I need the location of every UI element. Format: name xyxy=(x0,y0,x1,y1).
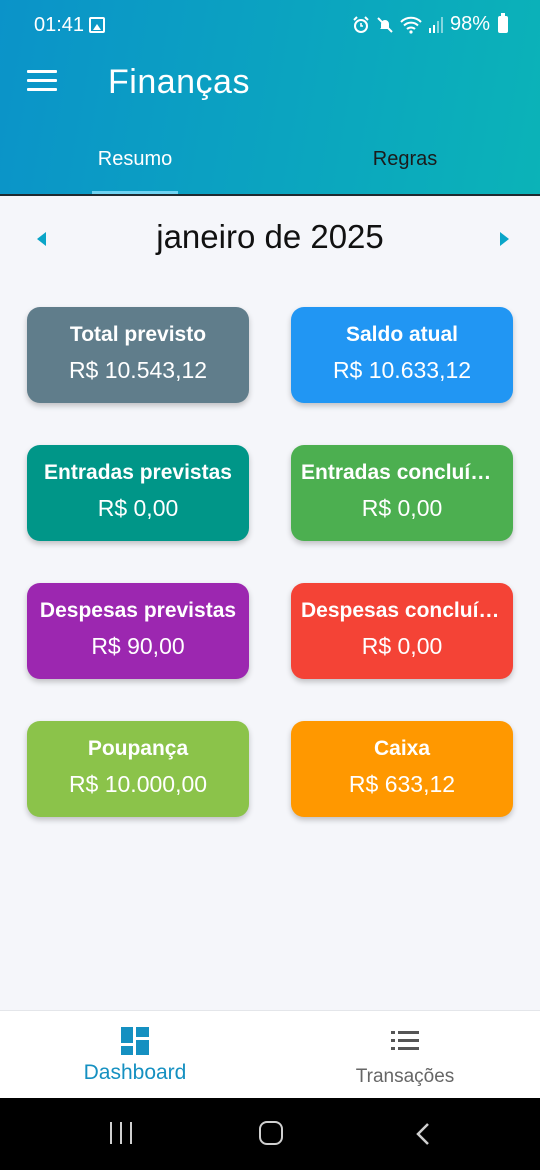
nav-label: Dashboard xyxy=(83,1061,187,1084)
card-title: Saldo atual xyxy=(345,323,459,346)
recents-icon[interactable] xyxy=(109,1122,133,1146)
tab-indicator xyxy=(92,191,178,194)
card-entradas-concluidas[interactable]: Entradas concluídas R$ 0,00 xyxy=(291,445,513,541)
card-title: Despesas concluídas xyxy=(301,599,513,622)
mute-icon xyxy=(377,16,393,33)
system-navigation-bar xyxy=(0,1098,540,1170)
card-title: Total previsto xyxy=(69,323,207,346)
card-value: R$ 0,00 xyxy=(361,633,443,659)
card-title: Entradas previstas xyxy=(44,461,232,484)
card-value: R$ 10.543,12 xyxy=(68,357,208,383)
tab-regras[interactable]: Regras xyxy=(270,148,540,194)
card-saldo-atual[interactable]: Saldo atual R$ 10.633,12 xyxy=(291,307,513,403)
card-title: Caixa xyxy=(373,737,431,760)
wifi-icon xyxy=(400,16,422,34)
card-title: Despesas previstas xyxy=(39,599,237,622)
alarm-icon xyxy=(353,15,369,33)
status-bar: 01:41 98% xyxy=(0,0,540,52)
month-label: janeiro de 2025 xyxy=(156,218,384,255)
menu-icon xyxy=(27,70,57,73)
card-value: R$ 633,12 xyxy=(348,771,456,797)
home-icon[interactable] xyxy=(259,1121,283,1145)
card-total-previsto[interactable]: Total previsto R$ 10.543,12 xyxy=(27,307,249,403)
card-value: R$ 0,00 xyxy=(97,495,179,521)
nav-dashboard[interactable]: Dashboard xyxy=(0,1011,270,1099)
app-title: Finanças xyxy=(108,63,250,101)
menu-button[interactable] xyxy=(27,70,57,94)
nav-label: Transações xyxy=(355,1066,455,1087)
card-value: R$ 10.633,12 xyxy=(332,357,472,383)
card-poupanca[interactable]: Poupança R$ 10.000,00 xyxy=(27,721,249,817)
card-title: Poupança xyxy=(87,737,189,760)
battery-percent: 98% xyxy=(449,13,490,35)
card-value: R$ 90,00 xyxy=(91,633,185,659)
bottom-navigation: Dashboard Transações xyxy=(0,1010,540,1098)
nav-transacoes[interactable]: Transações xyxy=(270,1011,540,1099)
back-icon[interactable] xyxy=(416,1122,430,1146)
status-icons: 98% xyxy=(352,13,508,36)
card-value: R$ 10.000,00 xyxy=(68,771,208,797)
app-header: 01:41 98% Finanças Resumo Regras xyxy=(0,0,540,196)
card-entradas-previstas[interactable]: Entradas previstas R$ 0,00 xyxy=(27,445,249,541)
battery-icon xyxy=(498,13,508,33)
signal-icon xyxy=(428,16,443,33)
card-title: Entradas concluídas xyxy=(301,461,507,484)
month-navigator: janeiro de 2025 xyxy=(0,218,540,262)
card-despesas-previstas[interactable]: Despesas previstas R$ 90,00 xyxy=(27,583,249,679)
card-value: R$ 0,00 xyxy=(361,495,443,521)
list-icon xyxy=(391,1031,419,1050)
card-caixa[interactable]: Caixa R$ 633,12 xyxy=(291,721,513,817)
status-time: 01:41 xyxy=(34,14,85,36)
gallery-notification-icon xyxy=(89,17,105,33)
dashboard-icon xyxy=(121,1027,149,1055)
next-month-icon[interactable] xyxy=(500,232,509,246)
tab-resumo[interactable]: Resumo xyxy=(0,148,270,194)
card-despesas-concluidas[interactable]: Despesas concluídas R$ 0,00 xyxy=(291,583,513,679)
